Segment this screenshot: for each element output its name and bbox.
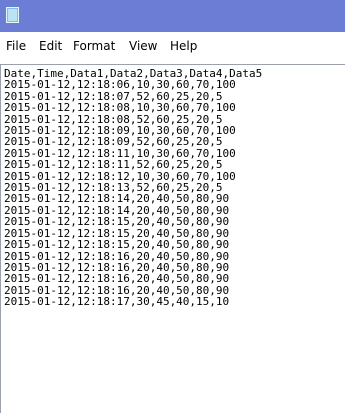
- menu-view[interactable]: View: [129, 38, 157, 54]
- menu-bar: File Edit Format View Help: [0, 32, 345, 58]
- text-line: 2015-01-12,12:18:17,30,45,40,15,10: [4, 295, 230, 309]
- editor-content[interactable]: Date,Time,Data1,Data2,Data3,Data4,Data5 2…: [1, 65, 345, 308]
- notepad-icon[interactable]: [6, 7, 19, 23]
- menu-format[interactable]: Format: [73, 38, 115, 54]
- text-editor[interactable]: Date,Time,Data1,Data2,Data3,Data4,Data5 2…: [0, 64, 345, 413]
- menu-edit[interactable]: Edit: [39, 38, 62, 54]
- text-line: 2015-01-12,12:18:16,20,40,50,80,90: [4, 272, 230, 286]
- text-line: 2015-01-12,12:18:15,20,40,50,80,90: [4, 238, 230, 252]
- menu-file[interactable]: File: [6, 38, 26, 54]
- menu-help[interactable]: Help: [170, 38, 197, 54]
- text-line: 2015-01-12,12:18:08,10,30,60,70,100: [4, 101, 236, 115]
- notepad-window: File Edit Format View Help Date,Time,Dat…: [0, 0, 345, 413]
- text-line: 2015-01-12,12:18:11,52,60,25,20,5: [4, 158, 223, 172]
- text-line: 2015-01-12,12:18:15,20,40,50,80,90: [4, 215, 230, 229]
- title-bar[interactable]: [0, 0, 345, 32]
